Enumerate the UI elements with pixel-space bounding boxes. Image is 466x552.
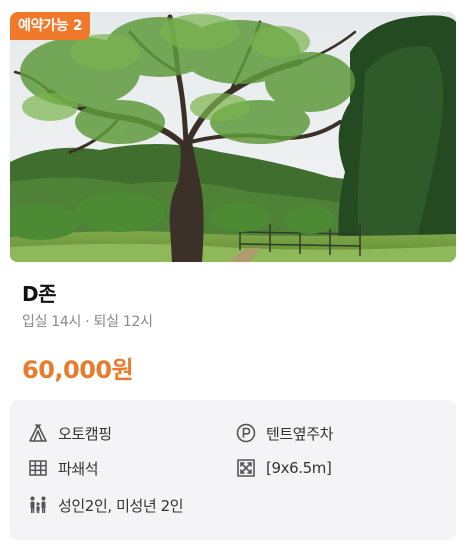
- site-price: 60,000원: [22, 356, 134, 384]
- feature-label: 텐트옆주차: [266, 424, 334, 443]
- expand-size-icon: [235, 457, 257, 479]
- feature-parking: 텐트옆주차: [235, 421, 333, 445]
- family-people-icon: [27, 494, 49, 516]
- check-in-out-hours: 입실 14시 · 퇴실 12시: [22, 314, 153, 330]
- feature-capacity: 성인2인, 미성년 2인: [27, 493, 184, 517]
- feature-auto-camping: 오토캠핑: [27, 421, 112, 445]
- parking-icon: [235, 422, 257, 444]
- feature-site-size: [9x6.5m]: [235, 456, 332, 480]
- campsite-photo-image: [10, 12, 456, 262]
- site-name: D존: [22, 282, 57, 306]
- feature-label: 오토캠핑: [58, 424, 112, 443]
- feature-label: [9x6.5m]: [266, 459, 332, 477]
- grid-floor-icon: [27, 457, 49, 479]
- feature-label: 파쇄석: [58, 459, 99, 478]
- availability-badge: 예약가능 2: [10, 12, 91, 40]
- campsite-card[interactable]: 예약가능 2 D존 입실 14시 · 퇴실 12시 60,000원 오토캠핑 텐…: [0, 0, 466, 552]
- site-features-panel: 오토캠핑 텐트옆주차 파쇄석 [9x6.5m] 성인2인, 미성년 2인: [10, 400, 456, 540]
- campsite-photo[interactable]: [10, 12, 456, 262]
- feature-floor-type: 파쇄석: [27, 456, 99, 480]
- feature-label: 성인2인, 미성년 2인: [58, 496, 184, 515]
- tent-icon: [27, 422, 49, 444]
